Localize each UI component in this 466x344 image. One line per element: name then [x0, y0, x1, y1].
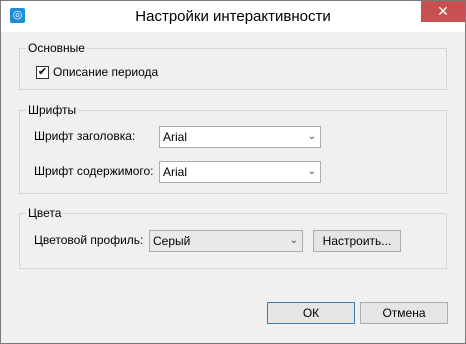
window-title: Настройки интерактивности — [135, 8, 331, 25]
color-profile-select[interactable]: Серый ⌄ — [149, 230, 303, 252]
ok-button[interactable]: ОК — [267, 302, 355, 324]
content-font-value: Arial — [163, 165, 188, 179]
period-description-label: Описание периода — [53, 65, 159, 79]
basic-group: Основные ✔ Описание периода — [19, 41, 447, 90]
colors-group-legend: Цвета — [26, 206, 64, 220]
configure-button[interactable]: Настроить... — [313, 230, 401, 252]
header-font-value: Arial — [163, 130, 188, 144]
header-font-select[interactable]: Arial ⌄ — [159, 126, 321, 148]
content-font-select[interactable]: Arial ⌄ — [159, 161, 321, 183]
period-description-checkbox[interactable]: ✔ — [36, 66, 49, 79]
basic-group-legend: Основные — [26, 41, 87, 55]
color-profile-label: Цветовой профиль: — [34, 233, 144, 247]
color-profile-value: Серый — [153, 234, 191, 248]
chevron-down-icon: ⌄ — [307, 166, 316, 177]
fonts-group: Шрифты Шрифт заголовка: Arial ⌄ Шрифт со… — [19, 103, 447, 194]
chevron-down-icon: ⌄ — [307, 131, 316, 142]
fonts-group-legend: Шрифты — [26, 103, 79, 117]
dialog-window: ◎ Настройки интерактивности ✕ Основные ✔… — [0, 0, 466, 344]
close-button[interactable]: ✕ — [421, 1, 465, 22]
header-font-label: Шрифт заголовка: — [34, 129, 136, 143]
content-font-label: Шрифт содержимого: — [34, 164, 154, 178]
title-bar: ◎ Настройки интерактивности ✕ — [1, 1, 465, 32]
colors-group: Цвета Цветовой профиль: Серый ⌄ Настроит… — [19, 206, 447, 269]
chevron-down-icon: ⌄ — [289, 235, 298, 246]
cancel-button[interactable]: Отмена — [360, 302, 448, 324]
